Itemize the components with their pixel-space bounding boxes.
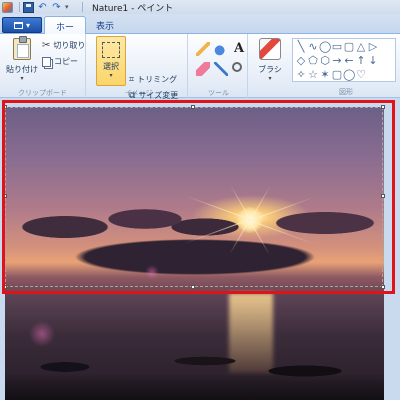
select-button[interactable]: 選択 ▾ — [96, 36, 126, 86]
copy-label: コピー — [54, 57, 78, 66]
menu-icon — [13, 21, 23, 29]
separator — [82, 2, 83, 12]
shape-rounded-callout[interactable]: ▢ — [331, 69, 343, 81]
shape-heart[interactable]: ♡ — [355, 69, 367, 81]
shape-five-point-star[interactable]: ☆ — [307, 69, 319, 81]
shape-curve[interactable]: ∿ — [307, 41, 319, 53]
tab-view[interactable]: 表示 — [88, 16, 122, 35]
ribbon-tab-row: ▾ ホーム 表示 — [0, 14, 400, 46]
shape-left-arrow[interactable]: ← — [343, 55, 355, 67]
pencil-icon[interactable] — [196, 42, 210, 56]
crop-icon: ⌗ — [129, 74, 135, 85]
eraser-icon[interactable] — [196, 62, 210, 76]
shape-right-arrow[interactable]: → — [331, 55, 343, 67]
customize-dropdown-icon[interactable]: ▾ — [65, 2, 76, 13]
ribbon: 貼り付け ▾ ✂ 切り取り コピー クリップボード イメージ 選択 ▾ ⌗ トリ… — [0, 34, 400, 117]
separator — [19, 2, 20, 12]
shape-four-point-star[interactable]: ✧ — [295, 69, 307, 81]
clipboard-group-label: クリップボード — [18, 89, 67, 97]
paint-menu-button[interactable]: ▾ — [2, 17, 42, 33]
shoreline-rocks — [5, 347, 384, 400]
copy-button[interactable]: コピー — [42, 56, 78, 67]
shape-oval[interactable]: ◯ — [319, 41, 331, 53]
shapes-group-label: 図形 — [339, 88, 353, 96]
color-picker-icon[interactable] — [214, 62, 228, 76]
lens-flare — [29, 321, 55, 347]
tab-home[interactable]: ホーム — [44, 16, 86, 46]
window-title: Nature1 - ペイント — [92, 3, 174, 14]
redo-icon[interactable]: ↷ — [51, 2, 62, 13]
cut-button[interactable]: ✂ 切り取り — [42, 40, 85, 51]
shape-hexagon[interactable]: ⬡ — [319, 55, 331, 67]
save-icon[interactable] — [23, 1, 34, 13]
magnifier-glass — [232, 62, 242, 72]
fill-icon[interactable] — [214, 42, 228, 56]
shape-rectangle[interactable]: ▭ — [331, 41, 343, 53]
shape-pentagon[interactable]: ⬠ — [307, 55, 319, 67]
brushes-button[interactable]: ブラシ ▾ — [252, 38, 288, 84]
shape-rounded-rectangle[interactable]: ▢ — [343, 41, 355, 53]
shape-triangle[interactable]: △ — [355, 41, 367, 53]
clipboard-group: 貼り付け ▾ ✂ 切り取り コピー クリップボード — [0, 34, 86, 98]
text-icon[interactable]: A — [232, 42, 246, 56]
paint-app-icon[interactable] — [2, 1, 13, 13]
cut-label: 切り取り — [53, 41, 86, 50]
shape-six-point-star[interactable]: ✶ — [319, 69, 331, 81]
brush-icon — [259, 38, 281, 60]
shape-right-triangle[interactable]: ▷ — [367, 41, 379, 53]
shape-up-arrow[interactable]: ↑ — [355, 55, 367, 67]
magnifier-icon[interactable] — [232, 62, 246, 76]
crop-label: トリミング — [137, 75, 178, 84]
shape-line[interactable]: ╲ — [295, 41, 307, 53]
shape-diamond[interactable]: ◇ — [295, 55, 307, 67]
chevron-down-icon: ▾ — [109, 72, 113, 79]
tools-group-label: ツール — [208, 89, 229, 97]
undo-icon[interactable]: ↶ — [37, 2, 48, 13]
shape-down-arrow[interactable]: ↓ — [367, 55, 379, 67]
copy-icon — [42, 56, 51, 67]
shapes-gallery[interactable]: ╲ ∿ ◯ ▭ ▢ △ ▷ ◇ ⬠ ⬡ → ← ↑ ↓ ✧ ☆ ✶ ▢ ◯ ♡ — [292, 38, 396, 82]
chevron-down-icon: ▾ — [25, 20, 30, 30]
select-rectangle-icon — [102, 42, 120, 58]
title-bar: ↶ ↷ ▾ Nature1 - ペイント — [0, 0, 400, 14]
brushes-label: ブラシ — [258, 65, 282, 74]
crop-button[interactable]: ⌗ トリミング — [129, 74, 177, 85]
paste-label: 貼り付け — [6, 65, 38, 74]
highlight-annotation-box — [2, 100, 395, 294]
scissors-icon: ✂ — [42, 40, 51, 51]
shape-oval-callout[interactable]: ◯ — [343, 69, 355, 81]
chevron-down-icon: ▾ — [20, 75, 24, 82]
chevron-down-icon: ▾ — [268, 75, 272, 82]
clipboard-icon — [13, 36, 31, 60]
paste-button[interactable]: 貼り付け ▾ — [4, 36, 40, 82]
tools-group: A ツール — [190, 34, 248, 98]
select-label: 選択 — [103, 62, 119, 71]
